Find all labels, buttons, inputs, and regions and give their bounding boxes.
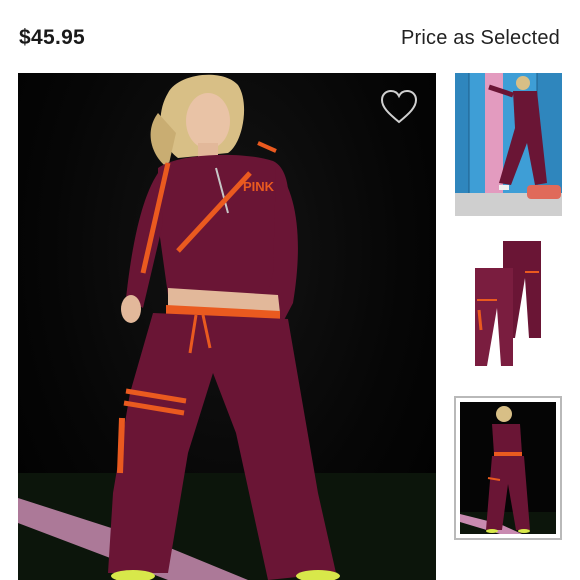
thumbnail-field-image xyxy=(460,402,556,534)
thumbnail-pants[interactable] xyxy=(455,238,562,373)
heart-outline-icon[interactable] xyxy=(380,89,418,125)
price-note: Price as Selected xyxy=(400,27,560,49)
thumbnail-lockers[interactable] xyxy=(455,73,562,216)
svg-text:PINK: PINK xyxy=(243,179,275,194)
main-product-image[interactable]: PINK xyxy=(18,73,436,580)
model-illustration: PINK xyxy=(18,74,436,580)
price-label: $45.95 xyxy=(19,26,86,49)
thumbnail-field[interactable] xyxy=(454,396,562,540)
